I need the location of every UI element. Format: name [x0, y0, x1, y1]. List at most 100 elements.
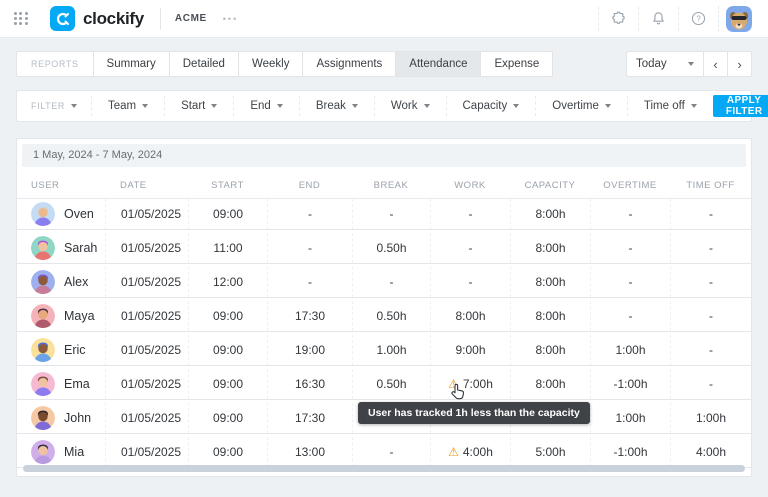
- user-name: Eric: [64, 343, 86, 357]
- cell-break: -: [352, 199, 430, 229]
- cell-work: 8:00h: [430, 301, 510, 331]
- cell-capacity: 8:00h: [510, 301, 590, 331]
- date-range-dropdown[interactable]: Today: [626, 51, 704, 77]
- clockify-logo-icon[interactable]: [50, 6, 75, 31]
- cell-start: 12:00: [188, 267, 267, 297]
- column-header-capacity: CAPACITY: [510, 180, 590, 191]
- date-range-navigator: Today ‹ ›: [626, 51, 752, 77]
- filter-time-off[interactable]: Time off: [627, 96, 713, 116]
- cell-work: -: [430, 267, 510, 297]
- cell-end: -: [267, 233, 352, 263]
- column-header-time-off: TIME OFF: [670, 180, 751, 191]
- notifications-bell-icon[interactable]: [638, 7, 678, 31]
- chevron-down-icon: [211, 104, 217, 108]
- table-row[interactable]: Maya01/05/202509:0017:300.50h8:00h8:00h-…: [17, 301, 751, 332]
- cell-break: 0.50h: [352, 233, 430, 263]
- warning-icon[interactable]: ⚠: [448, 446, 459, 458]
- user-name: Sarah: [64, 241, 97, 255]
- help-icon[interactable]: ?: [678, 7, 718, 31]
- column-header-start: START: [188, 180, 267, 191]
- cell-time_off: -: [670, 267, 751, 297]
- cell-overtime: -: [590, 267, 670, 297]
- chevron-down-icon: [142, 104, 148, 108]
- top-bar: clockify ACME ••• ?: [0, 0, 768, 38]
- table-row[interactable]: Ema01/05/202509:0016:300.50h⚠7:00h8:00h-…: [17, 369, 751, 400]
- apps-grid-icon[interactable]: [14, 12, 28, 26]
- workspace-name[interactable]: ACME: [175, 13, 207, 24]
- cell-break: -: [352, 437, 430, 467]
- user-name: Oven: [64, 207, 94, 221]
- svg-text:?: ?: [696, 14, 701, 23]
- workspace-menu-icon[interactable]: •••: [223, 14, 238, 24]
- date-range-label: 1 May, 2024 - 7 May, 2024: [22, 144, 746, 167]
- tab-detailed[interactable]: Detailed: [169, 51, 239, 77]
- filter-break[interactable]: Break: [299, 96, 374, 116]
- filter-overtime[interactable]: Overtime: [535, 96, 627, 116]
- cell-start: 09:00: [188, 301, 267, 331]
- chevron-down-icon: [688, 62, 694, 66]
- table-row[interactable]: Eric01/05/202509:0019:001.00h9:00h8:00h1…: [17, 335, 751, 366]
- cell-work: ⚠7:00h: [430, 369, 510, 399]
- report-tabs: REPORTS SummaryDetailedWeeklyAssignments…: [16, 51, 553, 77]
- table-row[interactable]: Sarah01/05/202511:00-0.50h-8:00h--: [17, 233, 751, 264]
- cell-date: 01/05/2025: [105, 437, 188, 467]
- filter-start[interactable]: Start: [164, 96, 233, 116]
- previous-period-button[interactable]: ‹: [703, 51, 728, 77]
- filter-label: FILTER: [17, 96, 91, 116]
- chevron-down-icon: [71, 104, 77, 108]
- tab-expense[interactable]: Expense: [480, 51, 553, 77]
- cell-time_off: -: [670, 233, 751, 263]
- table-row[interactable]: Alex01/05/202512:00---8:00h--: [17, 267, 751, 298]
- cell-work: -: [430, 199, 510, 229]
- date-range-dropdown-label: Today: [636, 58, 667, 70]
- cell-break: 1.00h: [352, 335, 430, 365]
- column-header-end: END: [267, 180, 352, 191]
- cell-work: -: [430, 233, 510, 263]
- user-name: Mia: [64, 445, 84, 459]
- cell-capacity: 8:00h: [510, 267, 590, 297]
- tabs-section-label: REPORTS: [16, 51, 94, 77]
- cell-time_off: 4:00h: [670, 437, 751, 467]
- horizontal-scrollbar[interactable]: [23, 465, 745, 472]
- cell-time_off: -: [670, 335, 751, 365]
- cell-start: 09:00: [188, 403, 267, 433]
- user-avatar[interactable]: [718, 6, 758, 32]
- cell-capacity: 8:00h: [510, 335, 590, 365]
- user-cell: Mia: [17, 437, 105, 467]
- cell-break: 0.50h: [352, 369, 430, 399]
- cell-time_off: -: [670, 199, 751, 229]
- tab-assignments[interactable]: Assignments: [302, 51, 396, 77]
- user-avatar: [31, 304, 55, 328]
- table-row[interactable]: Oven01/05/202509:00---8:00h--: [17, 199, 751, 230]
- filter-team[interactable]: Team: [91, 96, 164, 116]
- filter-capacity[interactable]: Capacity: [446, 96, 536, 116]
- divider: [160, 8, 161, 30]
- apply-filter-button[interactable]: APPLY FILTER: [713, 95, 768, 117]
- cell-overtime: 1:00h: [590, 403, 670, 433]
- user-cell: John: [17, 403, 105, 433]
- user-cell: Maya: [17, 301, 105, 331]
- cell-time_off: 1:00h: [670, 403, 751, 433]
- cell-time_off: -: [670, 301, 751, 331]
- column-header-date: DATE: [105, 180, 188, 191]
- cell-date: 01/05/2025: [105, 199, 188, 229]
- table-row[interactable]: Mia01/05/202509:0013:00-⚠4:00h5:00h-1:00…: [17, 437, 751, 468]
- user-avatar: [31, 236, 55, 260]
- tab-summary[interactable]: Summary: [93, 51, 170, 77]
- filter-end[interactable]: End: [233, 96, 298, 116]
- cell-capacity: 8:00h: [510, 369, 590, 399]
- filter-work[interactable]: Work: [374, 96, 446, 116]
- cell-time_off: -: [670, 369, 751, 399]
- tab-weekly[interactable]: Weekly: [238, 51, 304, 77]
- tab-attendance[interactable]: Attendance: [395, 51, 481, 77]
- cell-end: -: [267, 267, 352, 297]
- table-header-row: USERDATESTARTENDBREAKWORKCAPACITYOVERTIM…: [17, 172, 751, 199]
- cell-start: 09:00: [188, 369, 267, 399]
- cell-end: 13:00: [267, 437, 352, 467]
- cell-end: 17:30: [267, 403, 352, 433]
- cell-date: 01/05/2025: [105, 301, 188, 331]
- cell-start: 09:00: [188, 199, 267, 229]
- chevron-down-icon: [277, 104, 283, 108]
- next-period-button[interactable]: ›: [727, 51, 752, 77]
- integrations-puzzle-icon[interactable]: [598, 7, 638, 31]
